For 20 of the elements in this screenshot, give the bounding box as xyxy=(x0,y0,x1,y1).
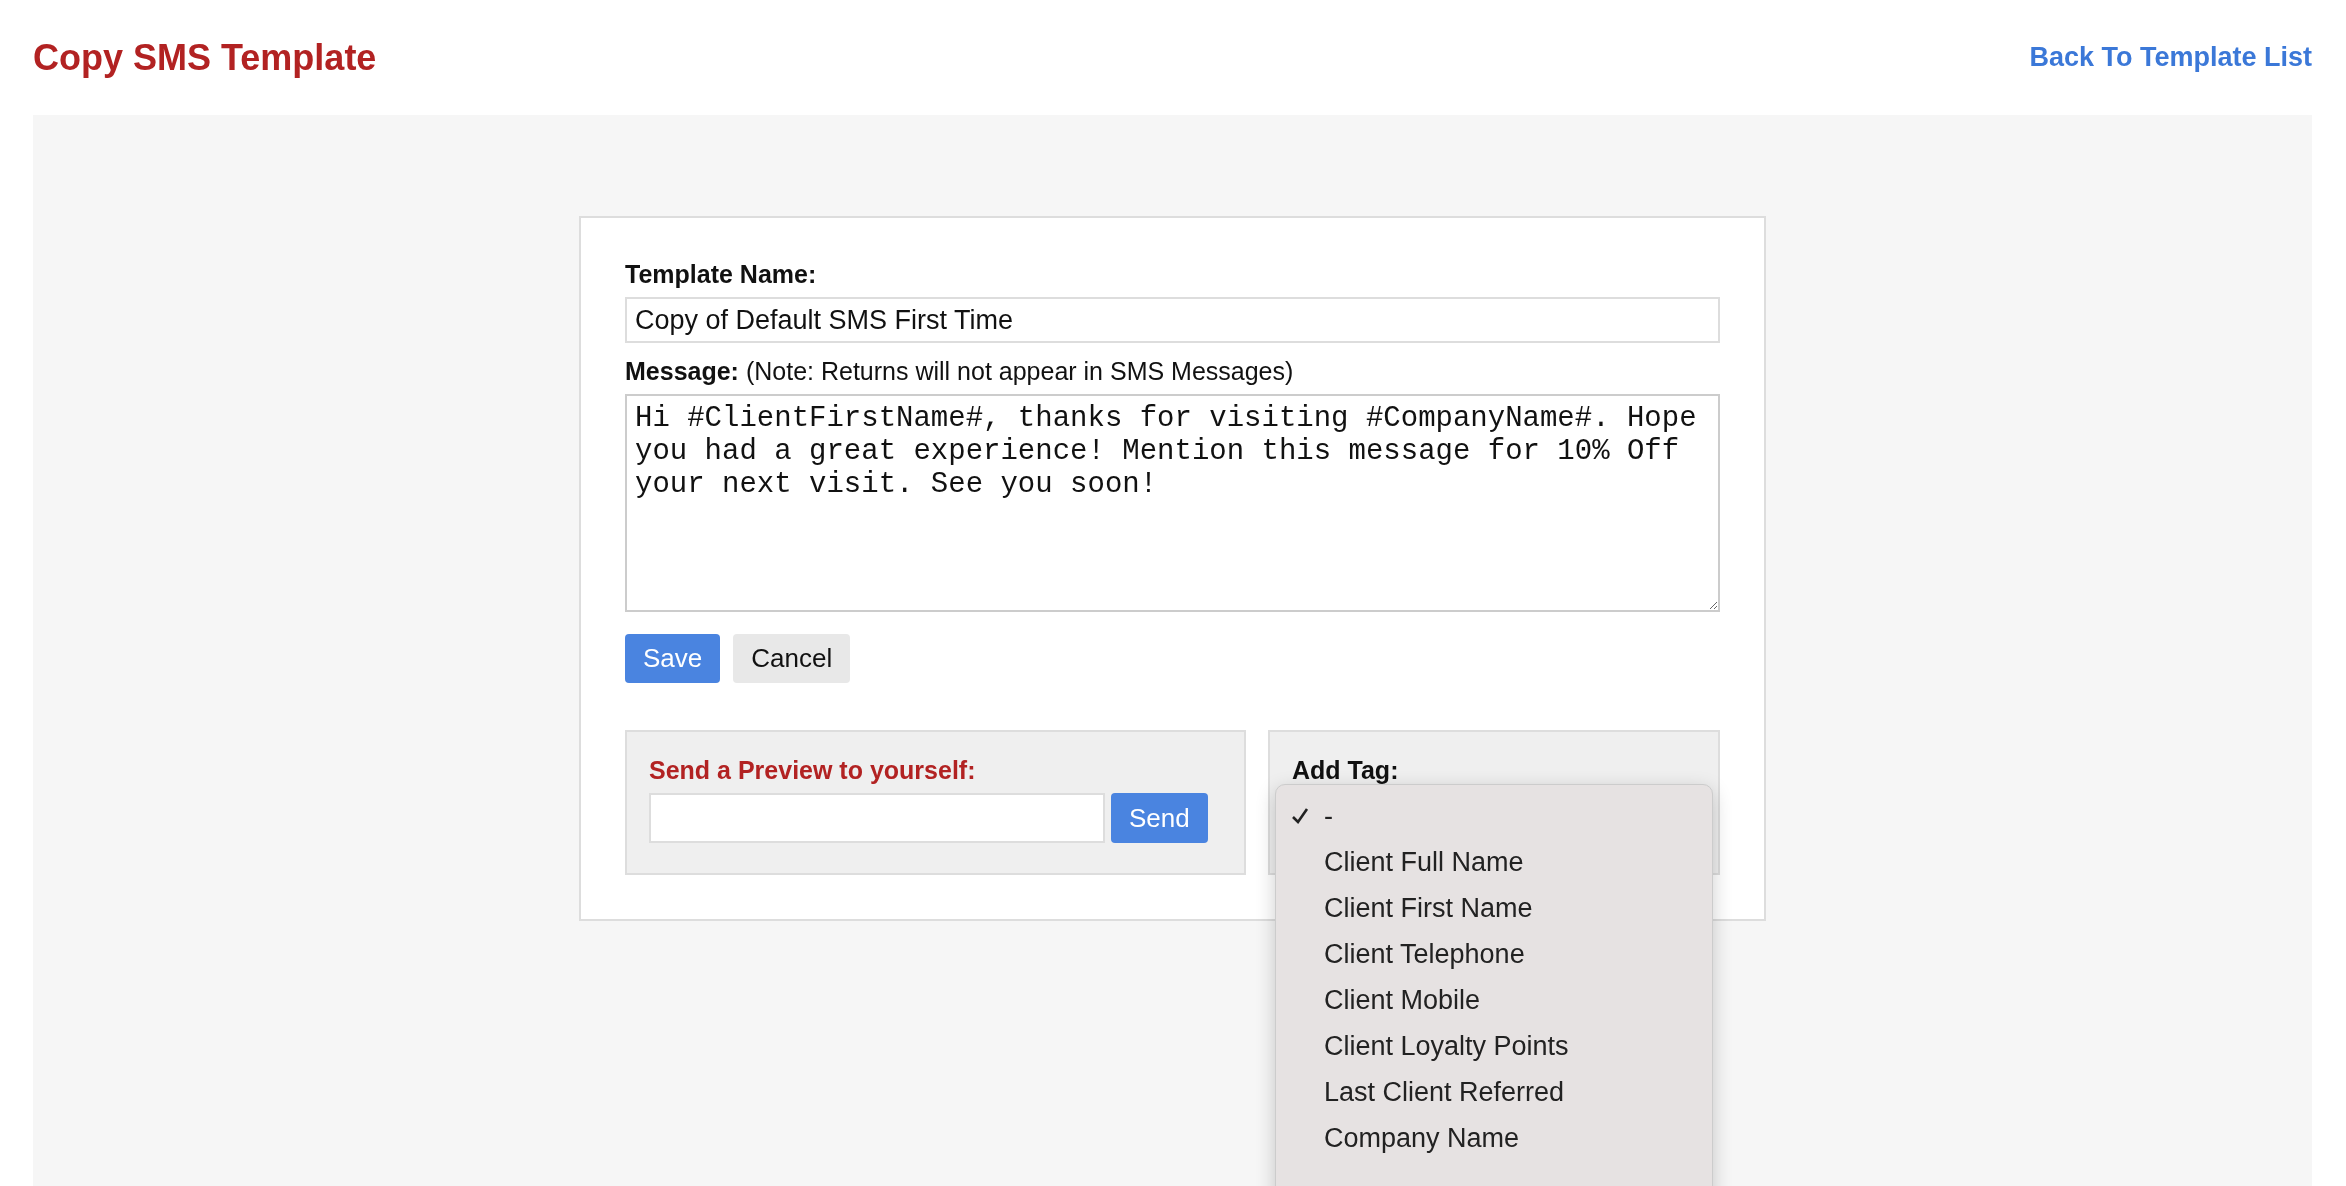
send-button[interactable]: Send xyxy=(1111,793,1208,843)
template-name-field[interactable]: Copy of Default SMS First Time xyxy=(625,297,1720,343)
menu-item[interactable]: Company Name xyxy=(1276,1115,1712,1161)
menu-item[interactable]: Client Mobile xyxy=(1276,977,1712,1023)
field-label: Template Name: xyxy=(625,260,818,289)
back-link[interactable]: Back To Template List xyxy=(2029,42,2312,73)
phone-field[interactable] xyxy=(649,793,1105,843)
menu-item[interactable]: Last Client Referred xyxy=(1276,1069,1712,1115)
preview-title: Send a Preview to yourself: xyxy=(649,756,976,784)
menu-item[interactable]: Client First Name xyxy=(1276,885,1712,931)
menu-item[interactable]: - xyxy=(1276,793,1712,839)
menu-item[interactable]: Client Full Name xyxy=(1276,839,1712,885)
add-tag-label: Add Tag: xyxy=(1292,756,1399,784)
save-button[interactable]: Save xyxy=(625,634,721,683)
menu-item[interactable]: Client Loyalty Points xyxy=(1276,1023,1712,1069)
menu-item[interactable]: Client Telephone xyxy=(1276,931,1712,977)
message-field[interactable]: Hi #ClientFirstName#, thanks for visiting #CompanyName#. Hope you had a great experience! Mention this message for 10% Off your next visit. See you soon! xyxy=(625,394,1720,612)
cancel-button[interactable]: Cancel xyxy=(733,634,851,683)
page-title: Copy SMS Template xyxy=(33,36,377,79)
field-label: Message: (Note: Returns will not appear in SMS Messages) xyxy=(625,357,1295,386)
